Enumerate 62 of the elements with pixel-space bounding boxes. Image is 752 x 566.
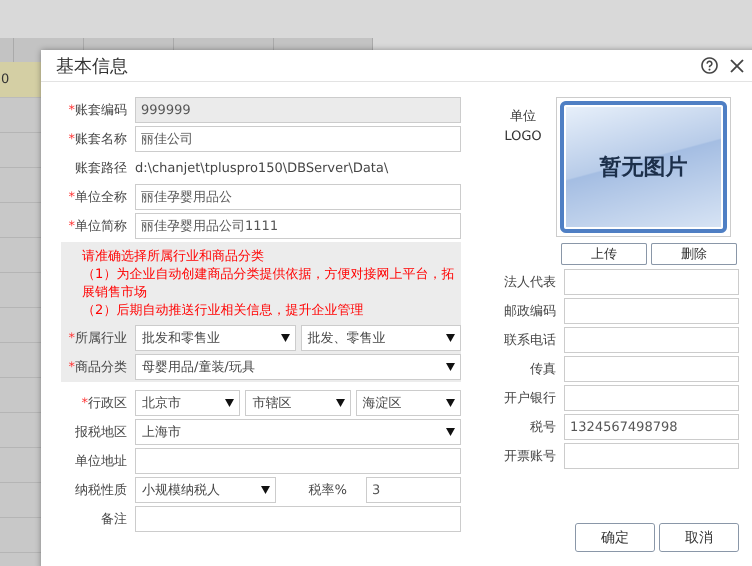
dropdown-field[interactable]: 海淀区 — [356, 390, 461, 416]
input-field[interactable]: 丽佳孕婴用品公司1111 — [135, 213, 461, 239]
help-icon[interactable] — [701, 57, 718, 74]
upload-button[interactable]: 上传 — [561, 243, 647, 265]
field-label: 报税地区 — [74, 424, 127, 441]
confirm-button[interactable]: 确定 — [575, 523, 655, 552]
dialog-title: 基本信息 — [56, 54, 128, 78]
input-field[interactable] — [564, 298, 739, 324]
dropdown-field[interactable]: 批发、零售业 — [300, 325, 461, 351]
input-field[interactable]: 1324567498798 — [564, 414, 739, 440]
field-label: 传真 — [529, 361, 556, 378]
input-field[interactable]: 3 — [366, 477, 461, 503]
logo-label: LOGO — [504, 129, 542, 144]
cancel-button[interactable]: 取消 — [659, 523, 739, 552]
field-label: *单位简称 — [68, 218, 127, 235]
delete-button[interactable]: 删除 — [651, 243, 737, 265]
caret-icon — [225, 399, 234, 407]
input-field[interactable]: 丽佳公司 — [135, 126, 461, 152]
field-label: 税率% — [308, 482, 348, 499]
path-text: d:\chanjet\tpluspro150\DBServer\Data\ — [135, 160, 388, 178]
dropdown-field[interactable]: 市辖区 — [245, 390, 351, 416]
notice-text: 请准确选择所属行业和商品分类 （1）为企业自动创建商品分类提供依据，方便对接网上平台，拓展销售市场 （2）后期自动推送行业相关信息，提升企业管理 — [81, 248, 456, 320]
field-label: 开票账号 — [503, 448, 556, 465]
field-label: 开户银行 — [503, 390, 556, 407]
field-label: 账套路径 — [74, 160, 127, 177]
input-field[interactable]: 丽佳孕婴用品公 — [135, 184, 461, 210]
dropdown-field[interactable]: 批发和零售业 — [135, 325, 296, 351]
logo-image-field[interactable]: 暂无图片 — [556, 97, 731, 237]
field-label: 邮政编码 — [503, 303, 556, 320]
field-label: 纳税性质 — [74, 482, 127, 499]
input-field[interactable] — [564, 356, 739, 382]
dropdown-field[interactable]: 母婴用品/童装/玩具 — [135, 354, 461, 380]
caret-icon — [446, 363, 455, 371]
input-field[interactable] — [564, 443, 739, 469]
field-label: *单位全称 — [68, 189, 127, 206]
input-field[interactable] — [564, 327, 739, 353]
caret-icon — [280, 334, 290, 342]
field-label: *所属行业 — [68, 330, 127, 347]
logo-label: 单位 — [510, 108, 536, 125]
dropdown-field[interactable]: 北京市 — [135, 390, 240, 416]
field-label: 备注 — [100, 511, 127, 528]
caret-icon — [446, 399, 455, 407]
table-cell: 0 — [1, 72, 10, 87]
dropdown-field[interactable]: 上海市 — [135, 419, 461, 445]
caret-icon — [336, 399, 345, 407]
dropdown-field[interactable]: 小规模纳税人 — [135, 477, 276, 503]
field-label: *行政区 — [80, 395, 127, 412]
caret-icon — [446, 334, 455, 342]
close-icon[interactable] — [730, 58, 744, 72]
field-label: *账套编码 — [68, 102, 127, 119]
input-field[interactable] — [135, 448, 461, 474]
caret-icon — [446, 428, 455, 436]
input-field[interactable] — [564, 269, 739, 295]
field-label: 法人代表 — [503, 274, 556, 291]
input-field[interactable] — [564, 385, 739, 411]
field-label: *商品分类 — [68, 359, 127, 376]
field-label: 单位地址 — [74, 453, 127, 470]
field-label: 税号 — [529, 419, 556, 436]
input-field[interactable] — [135, 506, 461, 532]
caret-icon — [261, 486, 270, 494]
field-label: 联系电话 — [503, 332, 556, 349]
field-label: *账套名称 — [68, 131, 127, 148]
